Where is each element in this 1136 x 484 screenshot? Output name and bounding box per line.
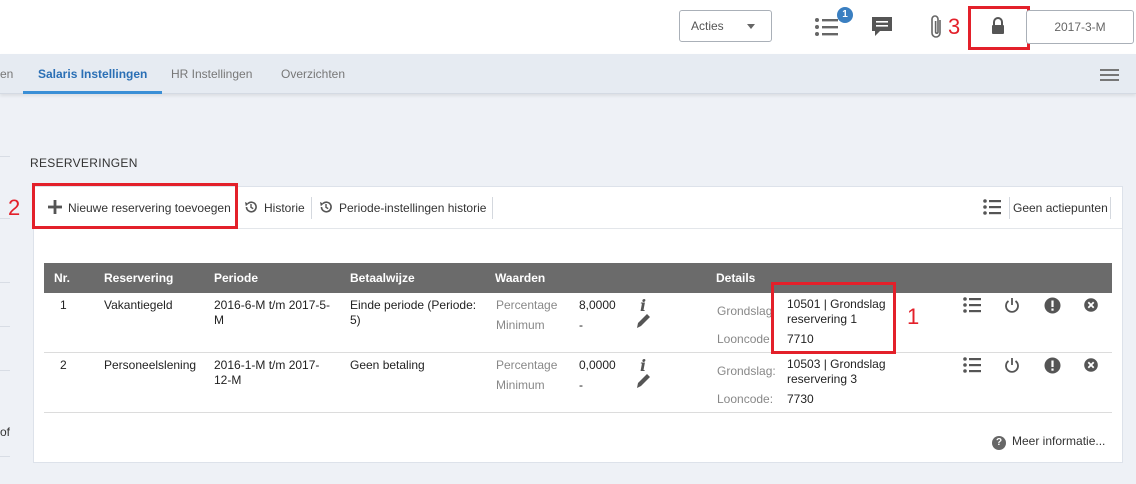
row-nr: 1 xyxy=(60,298,67,312)
annotation-box-1 xyxy=(771,282,896,354)
periode-instellingen-historie-button[interactable]: Periode-instellingen historie xyxy=(319,187,486,229)
annotation-2: 2 xyxy=(8,195,21,220)
tab-overzichten[interactable]: Overzichten xyxy=(281,54,345,94)
acties-dropdown[interactable]: Acties xyxy=(679,10,772,42)
power-icon[interactable] xyxy=(1004,357,1020,373)
annotation-1: 1 xyxy=(907,304,920,329)
table-row: 2 Personeelslening 2016-1-M t/m 2017-12-… xyxy=(44,353,1112,413)
info-edit-icon[interactable]: i xyxy=(634,357,652,391)
periode-instellingen-historie-label: Periode-instellingen historie xyxy=(339,201,487,215)
tab-salaris-instellingen[interactable]: Salaris Instellingen xyxy=(23,54,163,94)
close-icon[interactable] xyxy=(1084,298,1098,312)
close-icon[interactable] xyxy=(1084,358,1098,372)
table-row: 1 Vakantiegeld 2016-6-M t/m 2017-5-M Ein… xyxy=(44,293,1112,353)
row-betaalwijze: Einde periode (Periode: 5) xyxy=(350,298,477,327)
col-betaalwijze: Betaalwijze xyxy=(350,271,415,285)
lock-icon[interactable] xyxy=(990,17,1006,35)
row-reservering: Personeelslening xyxy=(104,358,197,372)
svg-text:i: i xyxy=(640,357,646,375)
minimum-label: Minimum xyxy=(496,378,545,392)
row-periode: 2016-6-M t/m 2017-5-M xyxy=(214,298,331,327)
list-icon[interactable] xyxy=(963,297,981,313)
col-reservering: Reservering xyxy=(104,271,174,285)
tab-partial[interactable]: en xyxy=(0,54,13,94)
minimum-value: - xyxy=(579,318,583,332)
minimum-label: Minimum xyxy=(496,318,545,332)
tab-bar: en Salaris Instellingen HR Instellingen … xyxy=(0,54,1136,94)
paperclip-icon[interactable] xyxy=(928,14,946,40)
table-header: Nr. Reservering Periode Betaalwijze Waar… xyxy=(44,263,1112,293)
period-button[interactable]: 2017-3-M xyxy=(1026,10,1134,44)
left-fragment-text: of xyxy=(0,425,11,439)
historie-button[interactable]: Historie xyxy=(244,187,305,229)
col-nr: Nr. xyxy=(54,271,71,285)
grondslag-label: Grondslag xyxy=(717,304,773,318)
caret-down-icon xyxy=(747,24,755,29)
col-details: Details xyxy=(716,271,756,285)
acties-label: Acties xyxy=(691,19,724,33)
row-nr: 2 xyxy=(60,358,67,372)
col-waarden: Waarden xyxy=(495,271,546,285)
info-edit-icon[interactable]: i xyxy=(634,297,652,331)
history-icon xyxy=(245,201,257,213)
percentage-label: Percentage xyxy=(496,298,558,312)
section-title: RESERVERINGEN xyxy=(30,156,138,170)
notification-badge: 1 xyxy=(837,7,853,23)
list-icon[interactable] xyxy=(814,16,840,38)
hamburger-menu-icon[interactable] xyxy=(1100,69,1119,82)
looncode-value: 7730 xyxy=(787,392,814,406)
warning-icon[interactable] xyxy=(1044,297,1061,314)
percentage-label: Percentage xyxy=(496,358,558,372)
minimum-value: - xyxy=(579,378,583,392)
warning-icon[interactable] xyxy=(1044,357,1061,374)
looncode-label: Looncode xyxy=(717,332,770,346)
tab-hr-instellingen[interactable]: HR Instellingen xyxy=(171,54,252,94)
actiepunten-button[interactable]: Geen actiepunten xyxy=(1013,187,1108,229)
meer-informatie-link[interactable]: Meer informatie... xyxy=(1012,434,1105,448)
grondslag-value: 10503 | Grondslag reservering 3 xyxy=(787,357,886,386)
top-bar: Acties 1 3 2017-3-M xyxy=(0,0,1136,54)
annotation-3: 3 xyxy=(948,14,961,39)
help-icon: ? xyxy=(992,436,1006,450)
percentage-value: 8,0000 xyxy=(579,298,616,312)
list-icon[interactable] xyxy=(983,199,1001,215)
chat-icon[interactable] xyxy=(870,15,894,39)
percentage-value: 0,0000 xyxy=(579,358,616,372)
looncode-label: Looncode: xyxy=(717,392,774,406)
annotation-box-2 xyxy=(32,183,238,229)
grondslag-label: Grondslag: xyxy=(717,364,776,378)
svg-text:i: i xyxy=(640,297,646,315)
row-reservering: Vakantiegeld xyxy=(104,298,173,312)
power-icon[interactable] xyxy=(1004,297,1020,313)
col-periode: Periode xyxy=(214,271,259,285)
list-icon[interactable] xyxy=(963,357,981,373)
left-sidebar-edge: of xyxy=(0,94,12,484)
historie-label: Historie xyxy=(264,201,305,215)
history-icon xyxy=(320,201,332,213)
row-periode: 2016-1-M t/m 2017-12-M xyxy=(214,358,320,387)
row-betaalwijze: Geen betaling xyxy=(350,358,425,372)
